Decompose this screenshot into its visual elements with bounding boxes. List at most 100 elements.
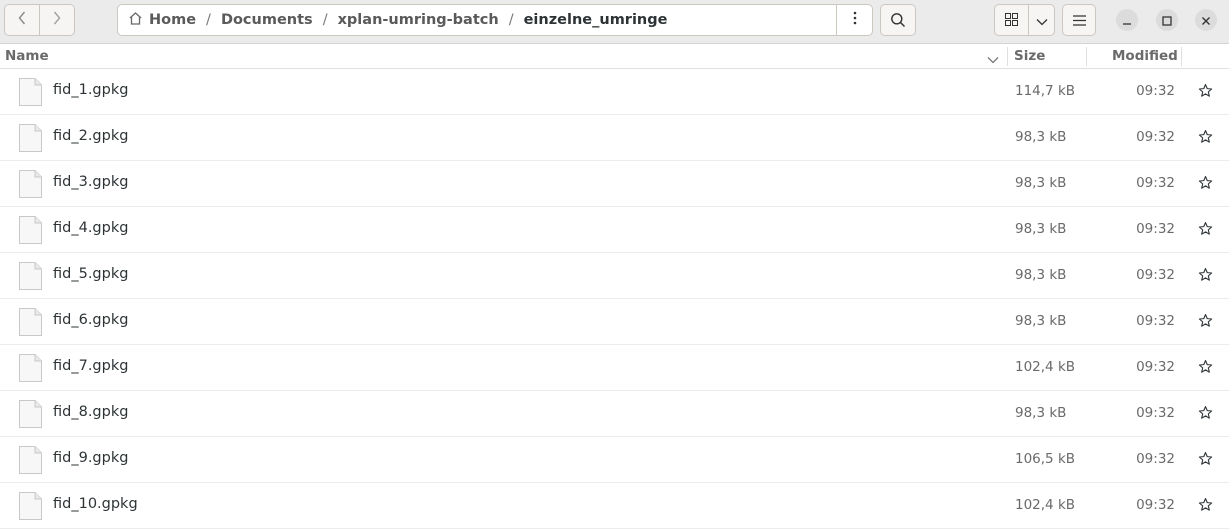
file-name: fid_1.gpkg <box>53 82 129 98</box>
file-icon <box>18 215 43 249</box>
forward-button[interactable] <box>39 5 74 35</box>
star-icon[interactable] <box>1198 129 1213 148</box>
view-options-dropdown[interactable] <box>1029 5 1054 35</box>
hamburger-icon <box>1072 14 1086 26</box>
file-name: fid_5.gpkg <box>53 266 129 282</box>
breadcrumb-home-label: Home <box>149 12 197 28</box>
star-icon[interactable] <box>1198 175 1213 194</box>
search-button[interactable] <box>880 4 916 36</box>
breadcrumb-label: Documents <box>220 12 313 28</box>
name-column-header[interactable]: Name <box>5 44 1006 68</box>
file-list: fid_1.gpkg 114,7 kB 09:32 fid_2.gpkg 98,3 kB… <box>0 69 1229 529</box>
file-row[interactable]: fid_4.gpkg 98,3 kB 09:32 <box>0 207 1229 253</box>
chevron-left-icon <box>17 10 27 30</box>
star-icon[interactable] <box>1198 451 1213 470</box>
file-icon <box>18 307 43 341</box>
file-modified: 09:32 <box>1136 83 1175 99</box>
file-icon <box>18 261 43 295</box>
breadcrumb-xplan-umring-batch[interactable]: xplan-umring-batch <box>338 5 499 35</box>
file-size: 98,3 kB <box>1015 129 1067 145</box>
file-icon <box>18 169 43 203</box>
navigation-buttons <box>4 4 75 36</box>
file-size: 98,3 kB <box>1015 221 1067 237</box>
file-size: 114,7 kB <box>1015 83 1076 99</box>
file-icon <box>18 123 43 157</box>
header-bar: Home / Documents / xplan-umring-batch / … <box>0 0 1229 44</box>
file-size: 98,3 kB <box>1015 267 1067 283</box>
size-column-label: Size <box>1014 48 1046 64</box>
vertical-dots-icon <box>853 11 857 29</box>
file-size: 98,3 kB <box>1015 175 1067 191</box>
file-icon <box>18 353 43 387</box>
file-modified: 09:32 <box>1136 451 1175 467</box>
size-column-header[interactable]: Size <box>1014 44 1045 68</box>
grid-icon <box>1005 11 1018 30</box>
chevron-right-icon <box>52 10 62 30</box>
chevron-down-icon <box>1036 11 1048 30</box>
file-row[interactable]: fid_10.gpkg 102,4 kB 09:32 <box>0 483 1229 529</box>
modified-column-header[interactable]: Modified <box>1112 44 1178 68</box>
chevron-down-icon <box>987 52 999 68</box>
breadcrumb-separator: / <box>508 12 514 28</box>
star-icon[interactable] <box>1198 83 1213 102</box>
file-size: 106,5 kB <box>1015 451 1076 467</box>
file-row[interactable]: fid_9.gpkg 106,5 kB 09:32 <box>0 437 1229 483</box>
breadcrumb-home[interactable]: Home <box>118 5 196 35</box>
file-icon <box>18 491 43 525</box>
close-icon <box>1201 11 1211 30</box>
star-icon[interactable] <box>1198 359 1213 378</box>
file-name: fid_8.gpkg <box>53 404 129 420</box>
file-modified: 09:32 <box>1136 359 1175 375</box>
star-icon[interactable] <box>1198 221 1213 240</box>
column-divider <box>1086 47 1087 66</box>
file-row[interactable]: fid_6.gpkg 98,3 kB 09:32 <box>0 299 1229 345</box>
modified-column-label: Modified <box>1112 48 1178 64</box>
file-modified: 09:32 <box>1136 221 1175 237</box>
file-row[interactable]: fid_5.gpkg 98,3 kB 09:32 <box>0 253 1229 299</box>
breadcrumb-separator: / <box>322 12 328 28</box>
file-row[interactable]: fid_7.gpkg 102,4 kB 09:32 <box>0 345 1229 391</box>
breadcrumb-separator: / <box>206 12 211 28</box>
file-icon <box>18 445 43 479</box>
breadcrumb-documents[interactable]: Documents <box>221 5 313 35</box>
file-name: fid_2.gpkg <box>53 128 129 144</box>
star-icon[interactable] <box>1198 267 1213 286</box>
back-button[interactable] <box>5 5 39 35</box>
star-icon[interactable] <box>1198 313 1213 332</box>
path-menu-button[interactable] <box>836 4 872 36</box>
breadcrumb-label: xplan-umring-batch <box>337 12 499 28</box>
name-column-label: Name <box>5 48 49 64</box>
file-row[interactable]: fid_2.gpkg 98,3 kB 09:32 <box>0 115 1229 161</box>
file-name: fid_3.gpkg <box>53 174 129 190</box>
file-modified: 09:32 <box>1136 129 1175 145</box>
star-icon[interactable] <box>1198 405 1213 424</box>
minimize-icon <box>1122 11 1132 30</box>
main-menu-button[interactable] <box>1062 4 1096 36</box>
minimize-button[interactable] <box>1116 9 1138 31</box>
close-button[interactable] <box>1195 9 1217 31</box>
file-name: fid_10.gpkg <box>53 496 138 512</box>
home-icon <box>128 11 143 30</box>
file-icon <box>18 399 43 433</box>
breadcrumb-current[interactable]: einzelne_umringe <box>524 5 668 35</box>
grid-view-button[interactable] <box>995 5 1029 35</box>
breadcrumb-current-label: einzelne_umringe <box>523 12 668 28</box>
file-row[interactable]: fid_1.gpkg 114,7 kB 09:32 <box>0 69 1229 115</box>
file-row[interactable]: fid_8.gpkg 98,3 kB 09:32 <box>0 391 1229 437</box>
file-name: fid_4.gpkg <box>53 220 129 236</box>
location-bar: Home / Documents / xplan-umring-batch / … <box>117 4 873 36</box>
maximize-button[interactable] <box>1156 9 1178 31</box>
file-modified: 09:32 <box>1136 405 1175 421</box>
column-divider <box>1181 47 1182 66</box>
file-modified: 09:32 <box>1136 267 1175 283</box>
file-size: 98,3 kB <box>1015 405 1067 421</box>
star-icon[interactable] <box>1198 497 1213 516</box>
search-icon <box>890 12 906 28</box>
file-row[interactable]: fid_3.gpkg 98,3 kB 09:32 <box>0 161 1229 207</box>
file-name: fid_6.gpkg <box>53 312 129 328</box>
column-header: Name Size Modified <box>0 44 1229 69</box>
file-modified: 09:32 <box>1136 313 1175 329</box>
file-name: fid_7.gpkg <box>53 358 129 374</box>
view-switcher <box>994 4 1055 36</box>
file-name: fid_9.gpkg <box>53 450 129 466</box>
